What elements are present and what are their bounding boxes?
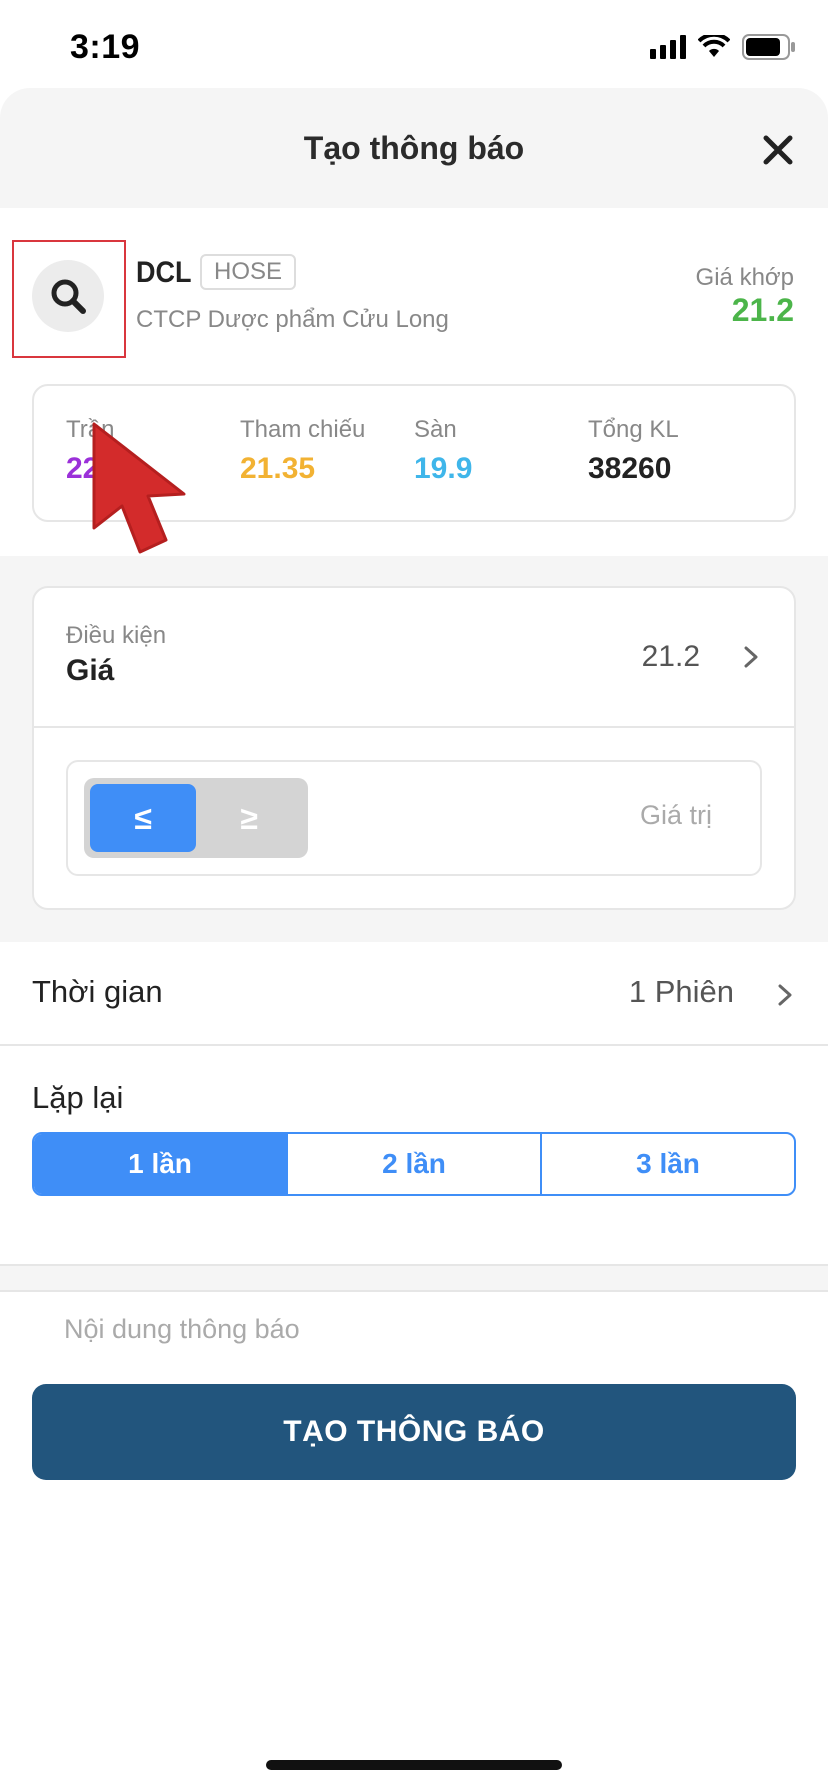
stat-value: 38260 <box>588 452 672 485</box>
stat-value: 19.9 <box>414 452 473 485</box>
time-value: 1 Phiên <box>628 974 734 1009</box>
cellular-signal-icon <box>650 35 686 59</box>
value-input[interactable]: Giá trị <box>640 800 712 831</box>
page-title: Tạo thông báo <box>303 130 525 166</box>
repeat-segment: 1 lần 2 lần 3 lần <box>32 1132 796 1196</box>
time-row[interactable]: Thời gian 1 Phiên <box>0 942 828 1046</box>
status-time: 3:19 <box>70 28 141 66</box>
condition-label: Điều kiện <box>66 622 167 649</box>
message-input[interactable]: Nội dung thông báo <box>64 1314 300 1345</box>
condition-value: Giá <box>66 654 115 687</box>
stat-label: Tham chiếu <box>240 416 366 443</box>
stat-total-volume: Tổng KL 38260 <box>588 416 679 486</box>
repeat-option-2[interactable]: 2 lần <box>286 1134 540 1194</box>
stat-label: Tổng KL <box>588 416 679 443</box>
value-input-box: ≤ ≥ Giá trị <box>66 760 762 876</box>
create-alert-button[interactable]: TẠO THÔNG BÁO <box>32 1384 796 1480</box>
condition-section: Điều kiện Giá 21.2 ≤ ≥ Giá trị <box>0 556 828 942</box>
company-name: CTCP Dược phẩm Cửu Long <box>136 306 449 333</box>
repeat-label: Lặp lại <box>32 1080 124 1115</box>
operator-segment: ≤ ≥ <box>84 778 308 858</box>
repeat-option-1[interactable]: 1 lần <box>34 1134 286 1194</box>
sheet-header: Tạo thông báo <box>0 88 828 208</box>
divider <box>34 726 794 728</box>
close-icon[interactable] <box>758 130 798 170</box>
chevron-right-icon <box>778 984 792 1006</box>
pointer-arrow-icon <box>92 422 186 554</box>
repeat-option-3[interactable]: 3 lần <box>540 1134 794 1194</box>
status-icons <box>650 34 796 60</box>
chevron-right-icon <box>744 646 758 668</box>
create-alert-sheet: Tạo thông báo DCL HOSE CTCP Dược phẩm Cử… <box>0 88 828 1792</box>
battery-icon <box>742 34 795 60</box>
home-indicator <box>266 1760 562 1770</box>
stat-label: Sàn <box>414 416 457 443</box>
wifi-icon <box>698 35 730 57</box>
match-price-label: Giá khớp <box>695 264 794 291</box>
less-equal-button[interactable]: ≤ <box>90 784 196 852</box>
condition-card: Điều kiện Giá 21.2 ≤ ≥ Giá trị <box>32 586 796 910</box>
section-separator <box>0 1264 828 1292</box>
match-price-value: 21.2 <box>731 292 794 328</box>
exchange-badge: HOSE <box>200 254 297 290</box>
stat-reference: Tham chiếu 21.35 <box>240 416 365 486</box>
status-bar: 3:19 <box>0 0 828 96</box>
highlight-box <box>12 240 126 358</box>
stat-floor: Sàn 19.9 <box>414 416 472 486</box>
condition-price: 21.2 <box>641 640 700 673</box>
time-label: Thời gian <box>32 974 163 1009</box>
greater-equal-button[interactable]: ≥ <box>196 784 302 852</box>
condition-row[interactable]: Điều kiện Giá 21.2 <box>34 588 794 726</box>
stock-ticker: DCL <box>136 256 192 289</box>
stat-value: 21.35 <box>240 452 316 485</box>
